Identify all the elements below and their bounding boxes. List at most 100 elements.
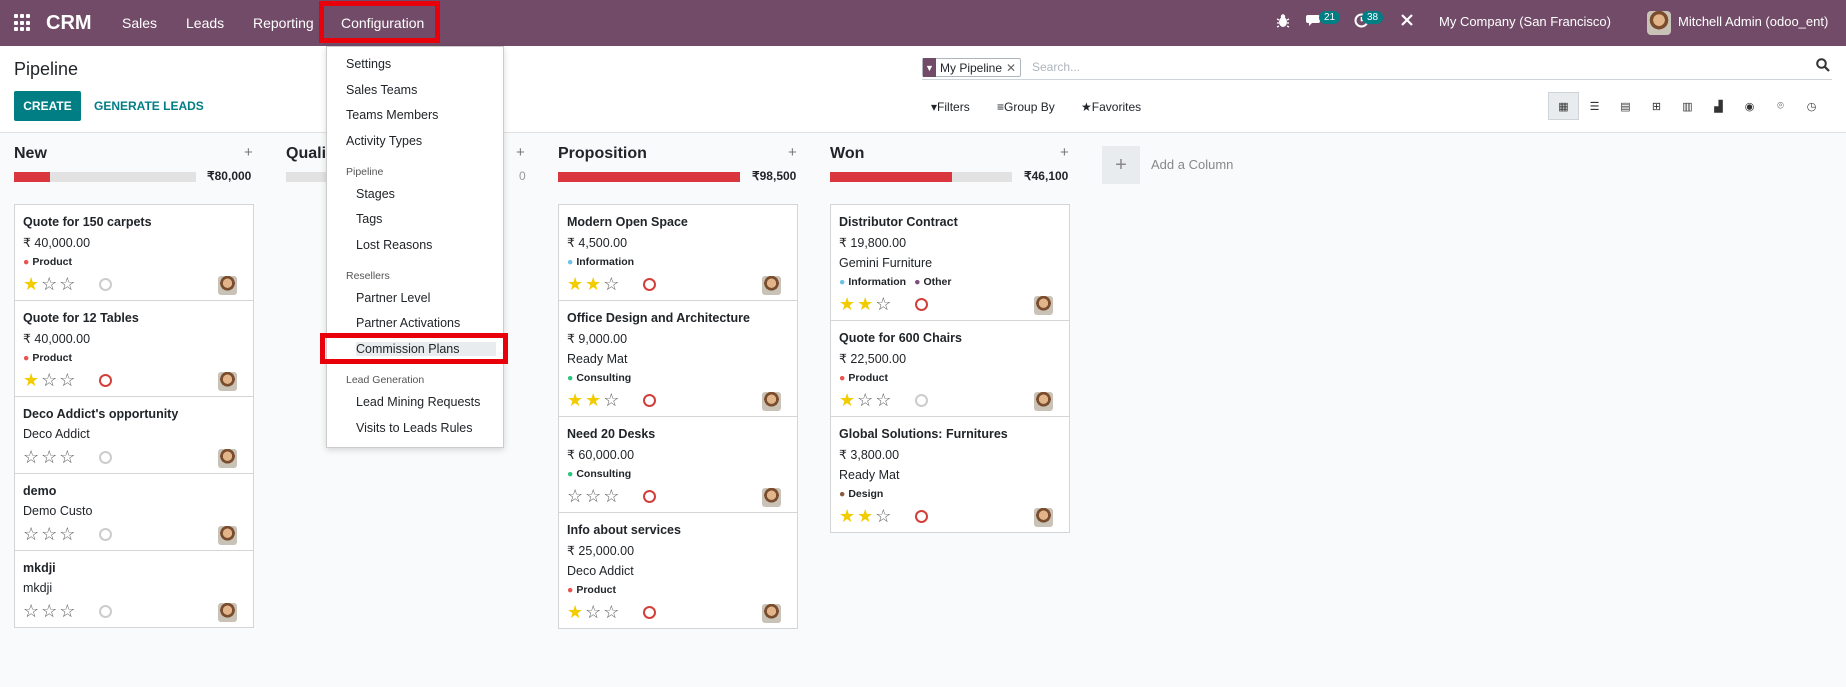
priority-stars[interactable]: ★☆☆ <box>23 274 77 295</box>
priority-stars[interactable]: ★★☆ <box>839 294 893 315</box>
star-icon[interactable]: ☆ <box>23 601 41 621</box>
priority-stars[interactable]: ☆☆☆ <box>567 486 621 507</box>
calendar-view-icon[interactable]: ▤ <box>1610 92 1641 120</box>
star-icon[interactable]: ☆ <box>567 486 585 506</box>
star-icon[interactable]: ☆ <box>59 370 77 390</box>
user-avatar[interactable] <box>1647 11 1671 35</box>
add-column-button[interactable]: + <box>1102 146 1140 184</box>
star-icon[interactable]: ★ <box>857 294 875 314</box>
quick-create-new-icon[interactable]: + <box>244 144 253 161</box>
menu-item-sales-teams[interactable]: Sales Teams <box>346 83 417 97</box>
graph-view-icon[interactable]: ▥ <box>1672 92 1703 120</box>
company-switcher[interactable]: My Company (San Francisco) <box>1439 14 1611 29</box>
star-icon[interactable]: ☆ <box>585 486 603 506</box>
star-icon[interactable]: ☆ <box>41 370 59 390</box>
activity-clock-icon[interactable] <box>915 394 928 407</box>
kanban-card[interactable]: mkdji mkdji ☆☆☆ <box>15 551 253 627</box>
search-icon[interactable] <box>1816 58 1832 74</box>
activity-clock-icon[interactable] <box>643 606 656 619</box>
menu-item-tags[interactable]: Tags <box>356 212 382 226</box>
column-title-won[interactable]: Won <box>830 145 864 163</box>
activity-clock-icon[interactable] <box>643 394 656 407</box>
star-icon[interactable]: ★ <box>567 390 585 410</box>
activity-clock-icon[interactable] <box>99 278 112 291</box>
salesperson-avatar[interactable] <box>762 276 781 295</box>
priority-stars[interactable]: ☆☆☆ <box>23 524 77 545</box>
kanban-card[interactable]: Quote for 12 Tables₹ 40,000.00Product★☆☆ <box>15 301 253 397</box>
salesperson-avatar[interactable] <box>1034 296 1053 315</box>
star-icon[interactable]: ☆ <box>23 447 41 467</box>
menu-leads[interactable]: Leads <box>186 15 224 31</box>
filters-button[interactable]: ▾Filters <box>931 100 970 114</box>
star-icon[interactable]: ☆ <box>857 390 875 410</box>
activity-clock-icon[interactable] <box>915 510 928 523</box>
quick-create-proposition-icon[interactable]: + <box>788 144 797 161</box>
cohort-view-icon[interactable]: ▟ <box>1703 92 1734 120</box>
activity-clock-icon[interactable] <box>99 605 112 618</box>
activity-clock-icon[interactable] <box>915 298 928 311</box>
star-icon[interactable]: ☆ <box>603 486 621 506</box>
star-icon[interactable]: ☆ <box>41 274 59 294</box>
progress-bar-won[interactable] <box>830 172 1012 182</box>
pivot-view-icon[interactable]: ⊞ <box>1641 92 1672 120</box>
menu-item-lead-mining-requests[interactable]: Lead Mining Requests <box>356 395 480 409</box>
priority-stars[interactable]: ★★☆ <box>567 390 621 411</box>
menu-item-settings[interactable]: Settings <box>346 57 391 71</box>
star-icon[interactable]: ☆ <box>875 506 893 526</box>
salesperson-avatar[interactable] <box>762 604 781 623</box>
dashboard-view-icon[interactable]: ◉ <box>1734 92 1765 120</box>
map-view-icon[interactable]: ⌾ <box>1765 92 1796 120</box>
progress-bar-proposition[interactable] <box>558 172 740 182</box>
star-icon[interactable]: ☆ <box>603 390 621 410</box>
star-icon[interactable]: ☆ <box>41 601 59 621</box>
add-column-label[interactable]: Add a Column <box>1151 157 1233 172</box>
menu-item-visits-to-leads-rules[interactable]: Visits to Leads Rules <box>356 421 473 435</box>
kanban-card[interactable]: Distributor Contract ₹ 19,800.00 Gemini Fu… <box>831 205 1069 321</box>
salesperson-avatar[interactable] <box>218 526 237 545</box>
star-icon[interactable]: ☆ <box>41 447 59 467</box>
menu-item-lost-reasons[interactable]: Lost Reasons <box>356 238 432 252</box>
activity-clock-icon[interactable] <box>99 528 112 541</box>
kanban-card[interactable]: Deco Addict's opportunity Deco Addict ☆☆☆ <box>15 397 253 474</box>
priority-stars[interactable]: ☆☆☆ <box>23 447 77 468</box>
salesperson-avatar[interactable] <box>762 488 781 507</box>
kanban-card[interactable]: Quote for 600 Chairs₹ 22,500.00Product★☆… <box>831 321 1069 417</box>
salesperson-avatar[interactable] <box>218 603 237 622</box>
activity-clock-icon[interactable] <box>99 451 112 464</box>
salesperson-avatar[interactable] <box>218 372 237 391</box>
progress-bar-qualified[interactable] <box>286 172 326 182</box>
favorites-button[interactable]: ★Favorites <box>1081 100 1141 114</box>
star-icon[interactable]: ★ <box>585 274 603 294</box>
star-icon[interactable]: ☆ <box>59 447 77 467</box>
star-icon[interactable]: ★ <box>567 602 585 622</box>
priority-stars[interactable]: ☆☆☆ <box>23 601 77 622</box>
star-icon[interactable]: ☆ <box>23 524 41 544</box>
column-title-proposition[interactable]: Proposition <box>558 145 647 163</box>
star-icon[interactable]: ☆ <box>59 601 77 621</box>
menu-item-activity-types[interactable]: Activity Types <box>346 134 422 148</box>
star-icon[interactable]: ☆ <box>585 602 603 622</box>
star-icon[interactable]: ☆ <box>875 294 893 314</box>
facet-remove-icon[interactable]: ✕ <box>1006 61 1020 75</box>
star-icon[interactable]: ★ <box>857 506 875 526</box>
priority-stars[interactable]: ★★☆ <box>567 274 621 295</box>
star-icon[interactable]: ★ <box>23 274 41 294</box>
kanban-card[interactable]: demo Demo Custo ☆☆☆ <box>15 474 253 551</box>
create-button[interactable]: CREATE <box>14 91 81 121</box>
activity-clock-icon[interactable] <box>99 374 112 387</box>
column-title-new[interactable]: New <box>14 145 47 163</box>
star-icon[interactable]: ☆ <box>59 524 77 544</box>
star-icon[interactable]: ★ <box>839 390 857 410</box>
app-brand[interactable]: CRM <box>46 12 92 35</box>
menu-reporting[interactable]: Reporting <box>253 15 314 31</box>
salesperson-avatar[interactable] <box>762 392 781 411</box>
quick-create-won-icon[interactable]: + <box>1060 144 1069 161</box>
priority-stars[interactable]: ★☆☆ <box>567 602 621 623</box>
kanban-card[interactable]: Need 20 Desks₹ 60,000.00Consulting☆☆☆ <box>559 417 797 513</box>
salesperson-avatar[interactable] <box>1034 508 1053 527</box>
menu-item-stages[interactable]: Stages <box>356 187 395 201</box>
star-icon[interactable]: ☆ <box>603 274 621 294</box>
star-icon[interactable]: ★ <box>23 370 41 390</box>
group-by-button[interactable]: ≡Group By <box>997 100 1055 114</box>
salesperson-avatar[interactable] <box>1034 392 1053 411</box>
